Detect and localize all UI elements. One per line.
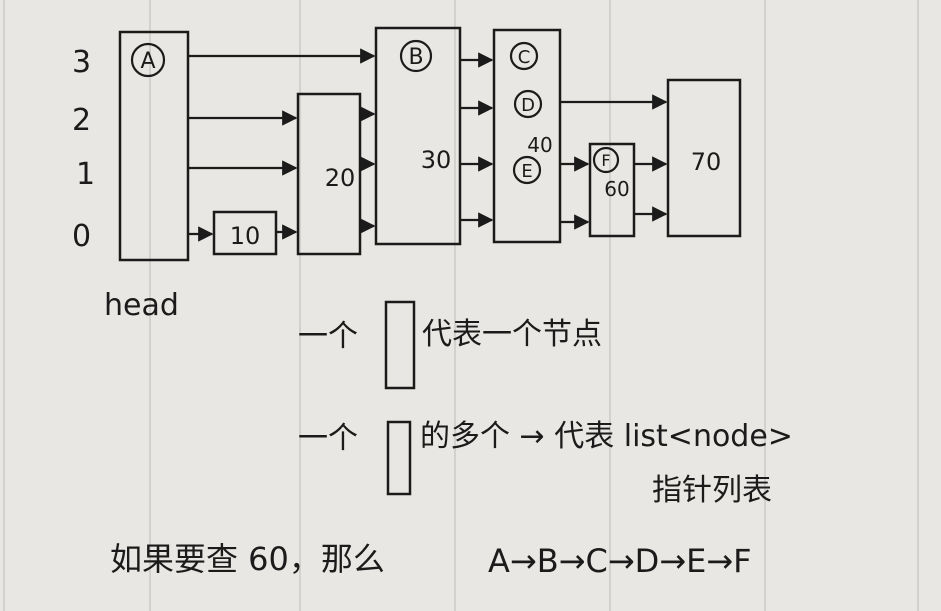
legend-pointer-list: 一个 的多个 → 代表 list<node> 指针列表 bbox=[298, 419, 793, 508]
query-path: A→B→C→D→E→F bbox=[488, 542, 752, 580]
node-value-70: 70 bbox=[691, 148, 722, 176]
level-labels: 3 2 1 0 bbox=[72, 45, 95, 254]
node-70: 70 bbox=[666, 78, 742, 238]
query-text: 如果要查 60，那么 bbox=[110, 540, 385, 578]
level-label-3: 3 bbox=[72, 45, 91, 80]
node-F: F 60 bbox=[588, 142, 636, 238]
node-letter-E: E bbox=[521, 161, 532, 182]
node-B: B 30 bbox=[374, 26, 462, 246]
legend-list-prefix: 一个 bbox=[298, 421, 358, 456]
legend-list-text: 的多个 → 代表 list<node> bbox=[420, 419, 793, 454]
node-letter-C: C bbox=[518, 47, 531, 68]
node-value-40: 40 bbox=[527, 133, 552, 157]
query-note: 如果要查 60，那么 A→B→C→D→E→F bbox=[110, 540, 752, 580]
legend-node: 一个 代表一个节点 bbox=[298, 300, 602, 390]
node-20: 20 bbox=[296, 92, 362, 256]
node-CDE: C D 40 E bbox=[492, 28, 562, 244]
node-value-20: 20 bbox=[325, 164, 356, 192]
node-letter-A: A bbox=[140, 49, 155, 74]
skip-list-diagram: 3 2 1 0 A head 10 20 B 30 C D 40 E F 60 … bbox=[3, 0, 919, 611]
legend-node-prefix: 一个 bbox=[298, 319, 358, 354]
level-label-2: 2 bbox=[72, 103, 91, 138]
node-value-10: 10 bbox=[230, 222, 261, 250]
head-node-A: A bbox=[118, 30, 190, 262]
node-letter-D: D bbox=[521, 95, 535, 116]
legend-list-box-icon bbox=[386, 420, 412, 496]
legend-list-text-line2: 指针列表 bbox=[652, 473, 772, 508]
legend-node-box-icon bbox=[384, 300, 416, 390]
head-label: head bbox=[104, 288, 179, 323]
node-value-30: 30 bbox=[421, 146, 452, 174]
node-value-60: 60 bbox=[604, 177, 629, 201]
node-letter-F: F bbox=[601, 151, 610, 170]
node-10: 10 bbox=[212, 210, 278, 256]
level-label-0: 0 bbox=[72, 219, 91, 254]
node-letter-B: B bbox=[408, 45, 423, 70]
level-label-1: 1 bbox=[76, 157, 95, 192]
legend-node-text: 代表一个节点 bbox=[422, 317, 602, 352]
